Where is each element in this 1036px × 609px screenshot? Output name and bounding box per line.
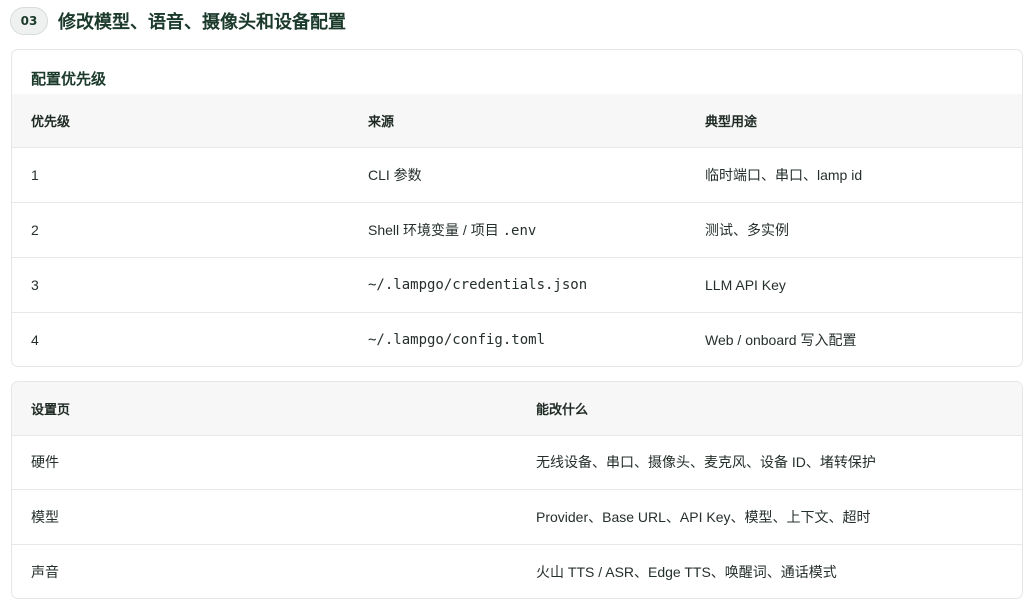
settings-table: 设置页 能改什么 硬件 无线设备、串口、摄像头、麦克风、设备 ID、堵转保护 模… bbox=[12, 382, 1022, 598]
priority-table: 优先级 来源 典型用途 1 CLI 参数 临时端口、串口、lamp id 2 S… bbox=[12, 94, 1022, 366]
table-row: 3 ~/.lampgo/credentials.json LLM API Key bbox=[12, 256, 1022, 312]
column-header-priority: 优先级 bbox=[12, 94, 349, 147]
settings-page-cell: 模型 bbox=[12, 489, 517, 544]
config-priority-card: 配置优先级 优先级 来源 典型用途 1 CLI 参数 临时端口、串口、lamp … bbox=[11, 49, 1023, 367]
settings-page-cell: 声音 bbox=[12, 543, 517, 598]
changes-cell: Provider、Base URL、API Key、模型、上下文、超时 bbox=[517, 489, 1022, 544]
column-header-source: 来源 bbox=[349, 94, 686, 147]
table-header-row: 优先级 来源 典型用途 bbox=[12, 94, 1022, 147]
usage-cell: 测试、多实例 bbox=[686, 201, 1022, 257]
source-cell: CLI 参数 bbox=[349, 146, 686, 202]
settings-page-cell: 硬件 bbox=[12, 434, 517, 490]
usage-cell: 临时端口、串口、lamp id bbox=[686, 146, 1022, 202]
table-row: 4 ~/.lampgo/config.toml Web / onboard 写入… bbox=[12, 311, 1022, 366]
source-cell: ~/.lampgo/credentials.json bbox=[349, 256, 686, 312]
settings-pages-card: 设置页 能改什么 硬件 无线设备、串口、摄像头、麦克风、设备 ID、堵转保护 模… bbox=[11, 381, 1023, 599]
changes-cell: 无线设备、串口、摄像头、麦克风、设备 ID、堵转保护 bbox=[517, 434, 1022, 490]
source-cell: Shell 环境变量 / 项目 .env bbox=[349, 201, 686, 257]
usage-cell: Web / onboard 写入配置 bbox=[686, 311, 1022, 366]
priority-cell: 2 bbox=[12, 201, 349, 257]
table-row: 1 CLI 参数 临时端口、串口、lamp id bbox=[12, 146, 1022, 202]
source-code: .env bbox=[502, 222, 537, 239]
source-text: Shell 环境变量 / 项目 bbox=[368, 221, 503, 238]
column-header-settings-page: 设置页 bbox=[12, 382, 517, 435]
changes-cell: 火山 TTS / ASR、Edge TTS、唤醒词、通话模式 bbox=[517, 543, 1022, 598]
priority-cell: 4 bbox=[12, 311, 349, 366]
priority-cell: 3 bbox=[12, 256, 349, 312]
usage-cell: LLM API Key bbox=[686, 256, 1022, 312]
priority-cell: 1 bbox=[12, 146, 349, 202]
source-cell: ~/.lampgo/config.toml bbox=[349, 311, 686, 366]
card-title: 配置优先级 bbox=[31, 71, 107, 88]
section-title: 修改模型、语音、摄像头和设备配置 bbox=[58, 12, 346, 32]
section-header: 03 修改模型、语音、摄像头和设备配置 bbox=[10, 6, 346, 36]
table-header-row: 设置页 能改什么 bbox=[12, 382, 1022, 435]
source-code: ~/.lampgo/credentials.json bbox=[368, 277, 588, 293]
column-header-usage: 典型用途 bbox=[686, 94, 1022, 147]
table-row: 声音 火山 TTS / ASR、Edge TTS、唤醒词、通话模式 bbox=[12, 543, 1022, 598]
source-code: ~/.lampgo/config.toml bbox=[368, 332, 546, 349]
table-row: 模型 Provider、Base URL、API Key、模型、上下文、超时 bbox=[12, 489, 1022, 544]
table-row: 2 Shell 环境变量 / 项目 .env 测试、多实例 bbox=[12, 201, 1022, 257]
step-badge: 03 bbox=[10, 7, 48, 35]
table-row: 硬件 无线设备、串口、摄像头、麦克风、设备 ID、堵转保护 bbox=[12, 434, 1022, 490]
source-text: CLI 参数 bbox=[368, 166, 422, 183]
column-header-changes: 能改什么 bbox=[517, 382, 1022, 435]
